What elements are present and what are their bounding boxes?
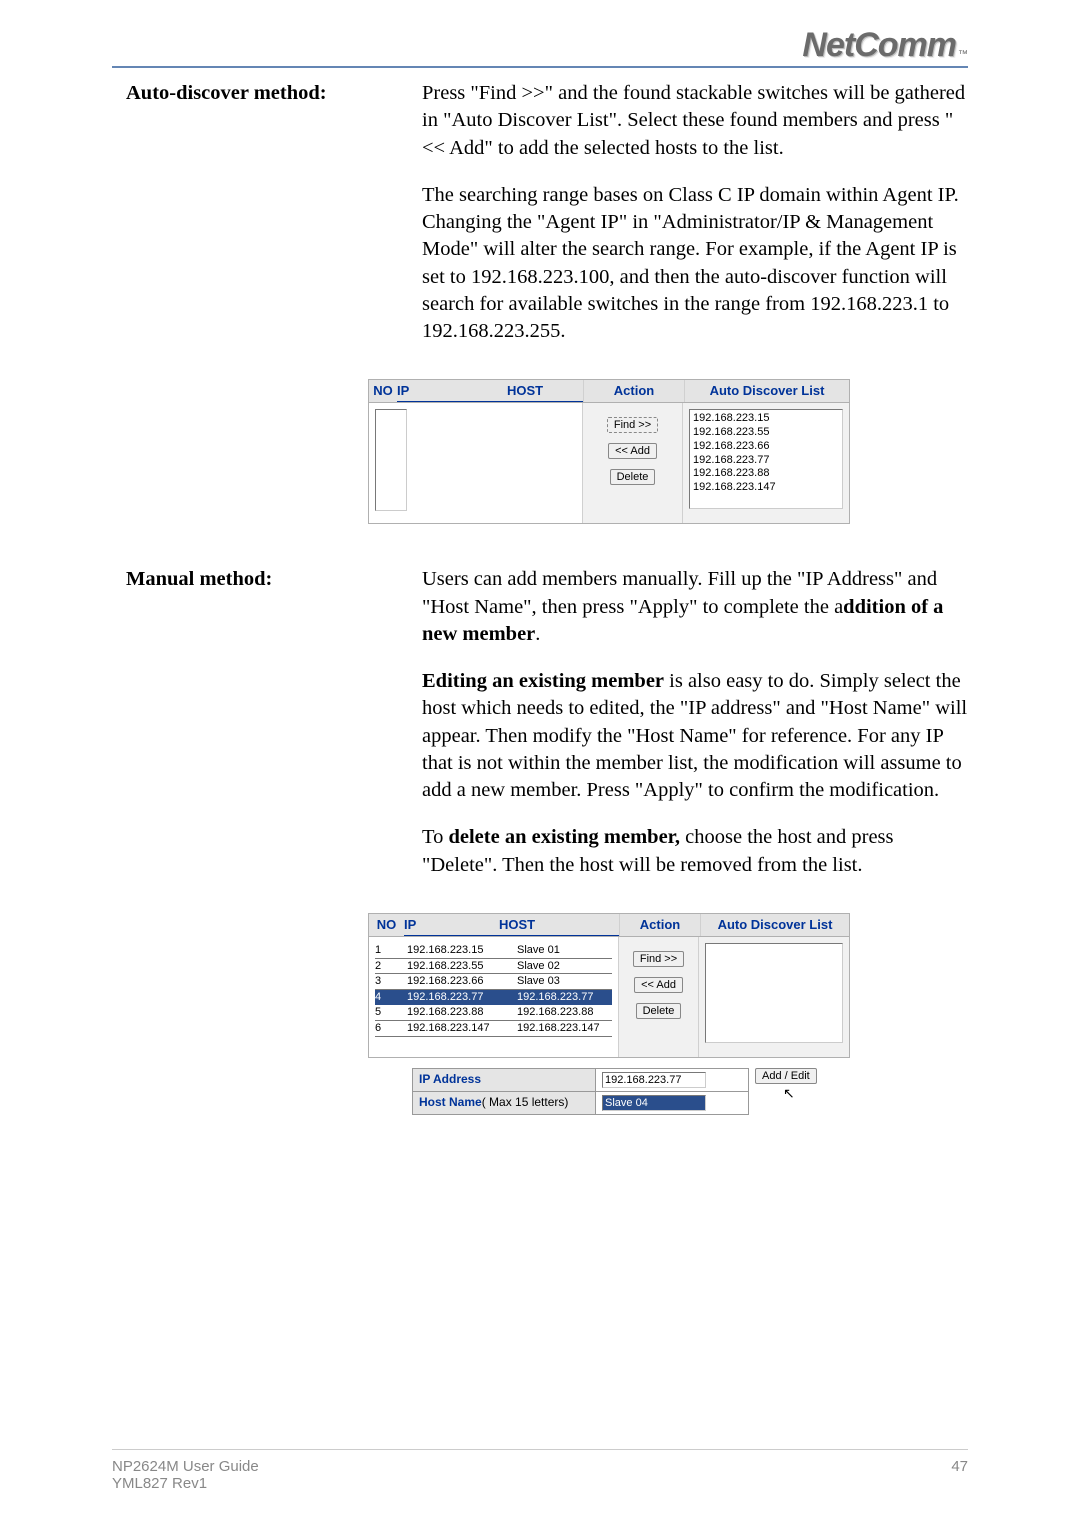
- member-row[interactable]: 4192.168.223.77192.168.223.77: [375, 990, 612, 1005]
- fig1-discover-listbox[interactable]: 192.168.223.15 192.168.223.55 192.168.22…: [689, 409, 843, 509]
- fig1-add-button[interactable]: << Add: [608, 443, 657, 459]
- member-row[interactable]: 1192.168.223.15Slave 01: [375, 943, 612, 959]
- form-add-edit-button[interactable]: Add / Edit: [755, 1068, 817, 1084]
- form-ip-label: IP Address: [413, 1068, 596, 1091]
- fig2-member-listbox[interactable]: 1192.168.223.15Slave 012192.168.223.55Sl…: [369, 937, 619, 1057]
- fig1-col-discover: Auto Discover List: [684, 380, 849, 402]
- member-row[interactable]: 6192.168.223.147192.168.223.147: [375, 1021, 612, 1037]
- form-hostname-label: Host Name( Max 15 letters): [413, 1091, 596, 1114]
- fig2-col-no: NO: [369, 914, 404, 936]
- fig1-discover-item[interactable]: 192.168.223.15: [693, 412, 839, 426]
- fig2-col-discover: Auto Discover List: [700, 914, 849, 936]
- fig1-find-button[interactable]: Find >>: [607, 417, 658, 433]
- fig1-discover-item[interactable]: 192.168.223.55: [693, 426, 839, 440]
- logo: NetComm ™: [112, 20, 968, 60]
- fig2-col-ip: IP: [404, 914, 499, 936]
- section2-para2: Editing an existing member is also easy …: [422, 668, 968, 804]
- member-row[interactable]: 2192.168.223.55Slave 02: [375, 959, 612, 975]
- fig1-discover-item[interactable]: 192.168.223.147: [693, 481, 839, 495]
- section2-heading: Manual method:: [126, 568, 272, 590]
- fig2-add-button[interactable]: << Add: [634, 977, 683, 993]
- fig1-col-host: HOST: [507, 380, 583, 402]
- section1-para1: Press "Find >>" and the found stackable …: [422, 80, 968, 162]
- fig1-member-listbox[interactable]: [375, 409, 407, 511]
- fig1-delete-button[interactable]: Delete: [610, 469, 656, 485]
- fig1-discover-item[interactable]: 192.168.223.88: [693, 467, 839, 481]
- fig2-col-action: Action: [619, 914, 700, 936]
- figure-autodiscover: NO IP HOST Action Auto Discover List Fin…: [368, 379, 850, 524]
- section2-para3: To delete an existing member, choose the…: [422, 824, 968, 879]
- logo-tm: ™: [958, 49, 968, 60]
- fig2-col-host: HOST: [499, 914, 619, 936]
- figure-manual: NO IP HOST Action Auto Discover List 119…: [368, 913, 850, 1058]
- page-footer: NP2624M User Guide YML827 Rev1 47: [112, 1449, 968, 1492]
- fig1-col-no: NO: [369, 380, 397, 402]
- logo-text: NetComm: [802, 30, 956, 60]
- footer-guide: NP2624M User Guide: [112, 1458, 259, 1475]
- form-hostname-input[interactable]: [602, 1095, 706, 1111]
- edit-form: IP Address Host Name( Max 15 letters) Ad…: [412, 1068, 968, 1115]
- fig1-col-ip: IP: [397, 380, 507, 402]
- member-row[interactable]: 3192.168.223.66Slave 03: [375, 974, 612, 990]
- section1-para2: The searching range bases on Class C IP …: [422, 182, 968, 346]
- fig2-find-button[interactable]: Find >>: [633, 951, 684, 967]
- member-row[interactable]: 5192.168.223.88192.168.223.88: [375, 1005, 612, 1021]
- fig1-discover-item[interactable]: 192.168.223.66: [693, 440, 839, 454]
- cursor-icon: ↖: [783, 1084, 795, 1103]
- footer-page-number: 47: [951, 1458, 968, 1492]
- footer-rev: YML827 Rev1: [112, 1475, 259, 1492]
- fig2-delete-button[interactable]: Delete: [636, 1003, 682, 1019]
- fig2-discover-listbox[interactable]: [705, 943, 843, 1043]
- fig1-col-action: Action: [583, 380, 684, 402]
- top-divider: [112, 66, 968, 68]
- form-ip-input[interactable]: [602, 1072, 706, 1088]
- fig1-discover-item[interactable]: 192.168.223.77: [693, 454, 839, 468]
- section2-para1: Users can add members manually. Fill up …: [422, 566, 968, 648]
- section1-heading: Auto-discover method:: [126, 82, 327, 104]
